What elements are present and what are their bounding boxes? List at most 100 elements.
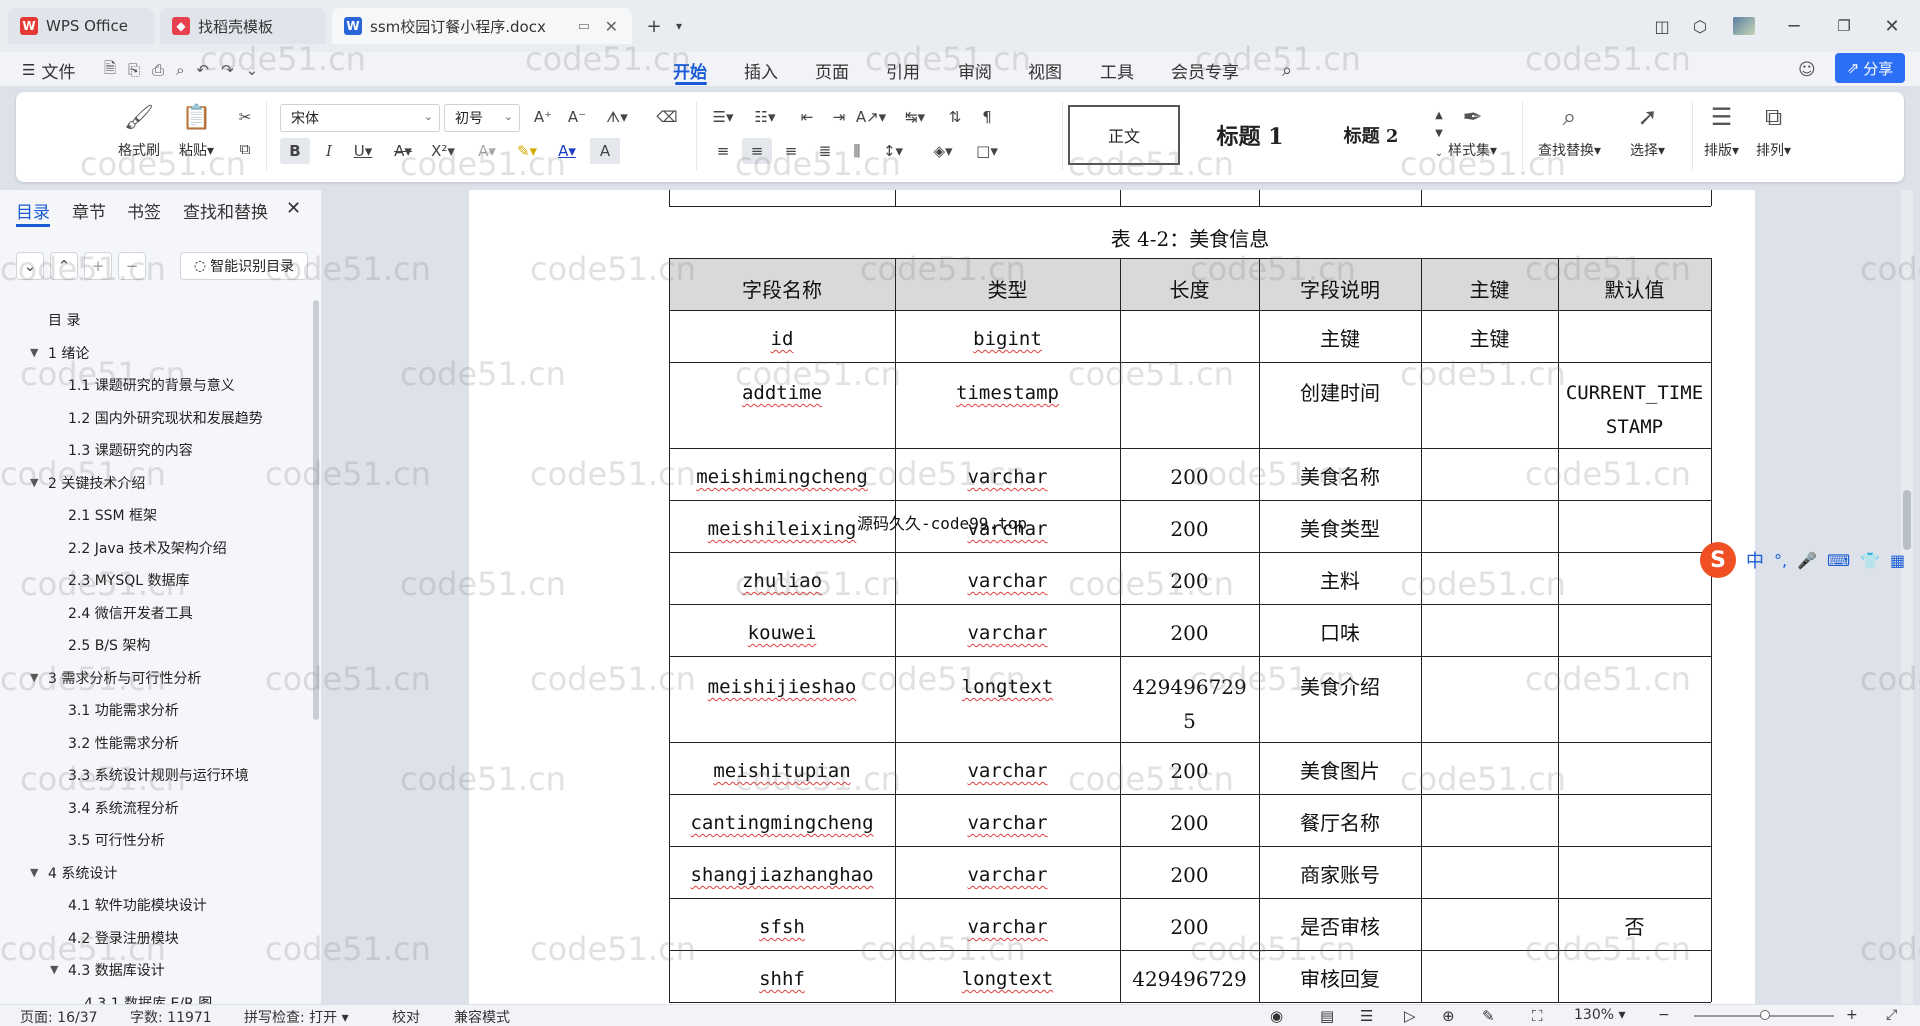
sidebar-scrollbar[interactable] [313,300,319,720]
chat-icon[interactable]: ☺ [1798,57,1816,83]
ime-toolbar[interactable]: S 中 °, 🎤 ⌨ 👕 ▦ [1700,542,1920,578]
toc-item[interactable]: 4.1 软件功能模块设计 [68,895,207,915]
doc-scrollbar-track[interactable] [1901,190,1913,1004]
smart-toc-button[interactable]: ◌ 智能识别目录 [180,252,308,280]
print-icon[interactable]: ⎙ [152,61,176,79]
toc-item[interactable]: 4.3 数据库设计 [68,960,165,980]
align-left-icon[interactable]: ≡ [708,138,738,164]
tools-grid-icon[interactable]: ▦ [1890,551,1905,570]
tab-find-replace[interactable]: 查找和替换 [183,198,268,223]
superscript-icon[interactable]: X²▾ [428,138,458,164]
close-window-icon[interactable]: ✕ [1878,12,1906,40]
increase-indent-icon[interactable]: ⇥ [824,104,854,130]
tab-bookmarks[interactable]: 书签 [127,198,161,223]
toc-item[interactable]: 3.3 系统设计规则与运行环境 [68,765,249,785]
toc-item[interactable]: 2.3 MYSQL 数据库 [68,570,190,590]
toc-expand-caret-icon[interactable]: ▼ [30,346,38,359]
add-heading-icon[interactable]: + [84,252,112,280]
spell-check[interactable]: 拼写检查: 打开 ▾ [244,1007,349,1026]
pdf-icon[interactable]: ⎘ [128,61,152,79]
sort-icon[interactable]: ⇅ [940,104,970,130]
toc-item[interactable]: 4 系统设计 [48,863,117,883]
toc-item[interactable]: 3.5 可行性分析 [68,830,165,850]
font-name-select[interactable]: 宋体 ⌄ [280,104,440,132]
skin-icon[interactable]: 👕 [1860,551,1880,570]
toc-item[interactable]: 1 绪论 [48,343,89,363]
remove-heading-icon[interactable]: − [118,252,146,280]
layout-icon[interactable]: ◫ [1648,12,1676,40]
highlight-icon[interactable]: ✎▾ [512,138,542,164]
more-icon[interactable]: ⌄ [246,61,271,79]
fit-icon[interactable]: ⛶ [1532,1007,1543,1025]
play-icon[interactable]: ▷ [1404,1007,1416,1025]
tab-document[interactable]: W ssm校园订餐小程序.docx ▭ ✕ [332,8,632,44]
tab-chapters[interactable]: 章节 [72,198,106,223]
tab-review[interactable]: 审阅 [958,57,992,83]
distribute-icon[interactable]: ⫼ [842,138,872,164]
sogou-logo-icon[interactable]: S [1700,542,1736,578]
align-center-icon[interactable]: ≡ [742,138,772,164]
border-icon[interactable]: □▾ [972,138,1002,164]
search-icon[interactable]: ⌕ [1282,57,1292,83]
tab-wps-office[interactable]: W WPS Office [8,8,154,44]
redo-icon[interactable]: ↷ [221,61,246,79]
toc-item[interactable]: 目 录 [48,310,80,330]
toc-item[interactable]: 2.4 微信开发者工具 [68,603,193,623]
tab-page[interactable]: 页面 [815,57,849,83]
bold-icon[interactable]: B [280,138,310,164]
chevron-down-icon[interactable]: ▾ [665,12,693,40]
char-shading-icon[interactable]: A [590,138,620,164]
paste-button[interactable]: 📋 粘贴▾ [179,102,214,160]
shrink-font-icon[interactable]: A⁻ [562,104,592,130]
web-view-icon[interactable]: ⊕ [1442,1007,1455,1025]
toc-expand-caret-icon[interactable]: ▼ [50,963,58,976]
zoom-slider-handle[interactable] [1760,1010,1770,1020]
eye-icon[interactable]: ◉ [1270,1007,1283,1025]
keyboard-icon[interactable]: ⌨ [1827,551,1850,570]
close-pane-icon[interactable]: ✕ [286,198,301,219]
font-size-select[interactable]: 初号 ⌄ [444,104,520,132]
toc-item[interactable]: 1.2 国内外研究现状和发展趋势 [68,408,263,428]
pen-view-icon[interactable]: ✎ [1482,1007,1495,1025]
bullet-list-icon[interactable]: ☰▾ [708,104,738,130]
tab-insert[interactable]: 插入 [744,57,778,83]
restore-icon[interactable]: ❐ [1830,12,1858,40]
toc-item[interactable]: 3.1 功能需求分析 [68,700,179,720]
arrange-button[interactable]: ⧉ 排列▾ [1756,102,1791,160]
quick-access-toolbar[interactable]: 🗎 ⎘ ⎙ ⌕ ↶ ↷ ⌄ [104,57,270,83]
line-spacing-icon[interactable]: ↕▾ [878,138,908,164]
expand-icon[interactable]: ⌃ [50,252,78,280]
align-right-icon[interactable]: ≡ [776,138,806,164]
format-painter-button[interactable]: 🖌 格式刷 [118,102,160,160]
find-replace-button[interactable]: ⌕ 查找替换▾ [1538,102,1601,160]
zoom-slider[interactable] [1694,1010,1834,1020]
toc-item[interactable]: 2.2 Java 技术及架构介绍 [68,538,227,558]
strikethrough-icon[interactable]: A▾ [388,138,418,164]
zoom-in-icon[interactable]: + [1846,1007,1858,1023]
toc-expand-caret-icon[interactable]: ▼ [30,476,38,489]
numbered-list-icon[interactable]: ☷▾ [750,104,780,130]
toc-item[interactable]: 3.2 性能需求分析 [68,733,179,753]
font-color-icon[interactable]: A▾ [552,138,582,164]
decrease-indent-icon[interactable]: ⇤ [792,104,822,130]
select-button[interactable]: ➚ 选择▾ [1630,102,1665,160]
tab-references[interactable]: 引用 [886,57,920,83]
outline-view-icon[interactable]: ☰ [1360,1007,1373,1025]
punct-icon[interactable]: °, [1774,551,1787,570]
style-heading-2[interactable]: 标题 2 [1316,105,1426,165]
grow-font-icon[interactable]: A⁺ [528,104,558,130]
toc-item[interactable]: 1.1 课题研究的背景与意义 [68,375,235,395]
zoom-out-icon[interactable]: − [1658,1007,1670,1023]
style-normal[interactable]: 正文 [1068,105,1180,165]
phonetic-icon[interactable]: ᗑ▾ [602,104,632,130]
new-tab-icon[interactable]: + [640,12,668,40]
copy-icon[interactable]: ⧉ [230,136,260,162]
line-break-icon[interactable]: ↹▾ [900,104,930,130]
toc-item[interactable]: 2 关键技术介绍 [48,473,145,493]
tab-toc[interactable]: 目录 [16,198,50,223]
toc-expand-caret-icon[interactable]: ▼ [30,671,38,684]
file-menu[interactable]: ☰ 文件 [22,57,75,83]
italic-icon[interactable]: I [314,138,344,164]
toc-item[interactable]: 4.2 登录注册模块 [68,928,179,948]
toc-expand-caret-icon[interactable]: ▼ [30,866,38,879]
